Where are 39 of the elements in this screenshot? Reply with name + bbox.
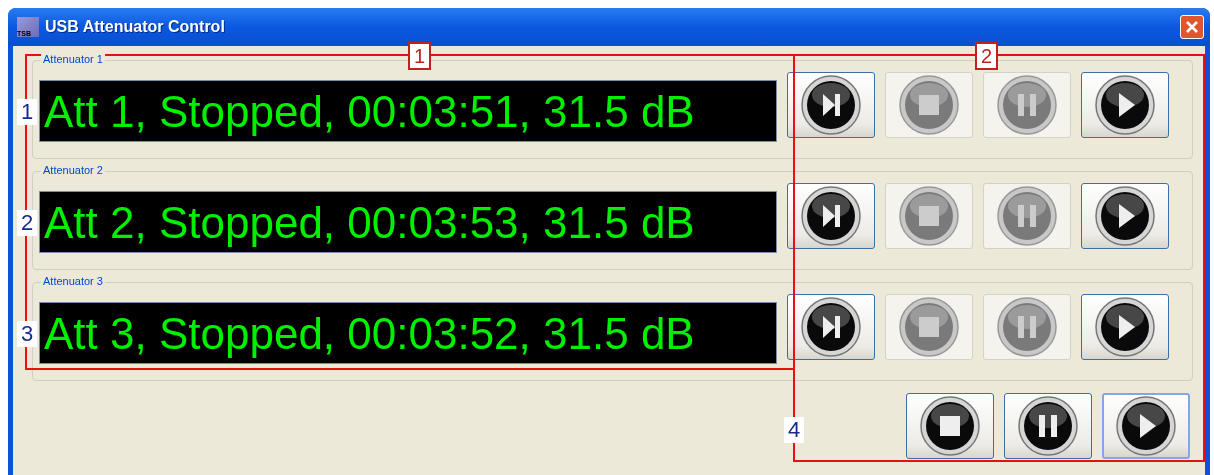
- annotation-number: 1: [17, 99, 38, 125]
- play-button[interactable]: [1081, 294, 1169, 360]
- stop-icon: [899, 186, 959, 246]
- pause-icon: [997, 297, 1057, 357]
- close-button[interactable]: [1180, 15, 1204, 39]
- window-title: USB Attenuator Control: [45, 18, 225, 36]
- skip-icon: [801, 75, 861, 135]
- skip-icon: [801, 297, 861, 357]
- annotation-callout: 1: [408, 42, 432, 70]
- stop-icon: [899, 297, 959, 357]
- skip-button[interactable]: [787, 72, 875, 138]
- stop-icon: [920, 396, 980, 456]
- play-button[interactable]: [1102, 393, 1190, 459]
- pause-icon: [997, 75, 1057, 135]
- play-button[interactable]: [1081, 183, 1169, 249]
- play-icon: [1095, 186, 1155, 246]
- play-button[interactable]: [1081, 72, 1169, 138]
- play-icon: [1095, 75, 1155, 135]
- annotation-number: 2: [17, 210, 38, 236]
- group-title: Attenuator 3: [41, 275, 105, 287]
- status-display: Att 3, Stopped, 00:03:52, 31.5 dB: [39, 302, 777, 364]
- skip-button[interactable]: [787, 294, 875, 360]
- annotation-callout: 2: [975, 42, 999, 70]
- skip-icon: [801, 186, 861, 246]
- status-display: Att 1, Stopped, 00:03:51, 31.5 dB: [39, 80, 777, 142]
- group-title: Attenuator 2: [41, 164, 105, 176]
- pause-icon: [997, 186, 1057, 246]
- play-icon: [1095, 297, 1155, 357]
- stop-button[interactable]: [906, 393, 994, 459]
- status-display: Att 2, Stopped, 00:03:53, 31.5 dB: [39, 191, 777, 253]
- play-icon: [1116, 396, 1176, 456]
- group-title: Attenuator 1: [41, 53, 105, 65]
- stop-icon: [899, 75, 959, 135]
- annotation-number: 4: [784, 417, 805, 443]
- annotation-number: 3: [17, 321, 38, 347]
- pause-button[interactable]: [1004, 393, 1092, 459]
- pause-icon: [1018, 396, 1078, 456]
- skip-button[interactable]: [787, 183, 875, 249]
- close-icon: [1185, 20, 1199, 34]
